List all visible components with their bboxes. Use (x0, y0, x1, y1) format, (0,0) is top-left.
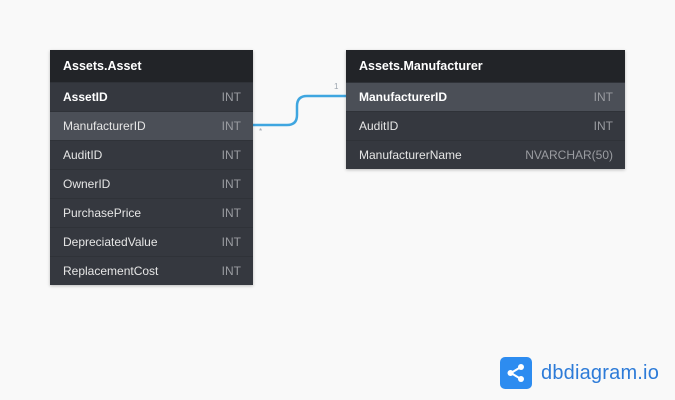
column-name: ManufacturerID (359, 90, 448, 104)
column-name: OwnerID (63, 177, 111, 191)
column-name: PurchasePrice (63, 206, 142, 220)
column-type: INT (221, 264, 241, 278)
table-row[interactable]: AuditID INT (346, 111, 625, 140)
table-row[interactable]: ManufacturerName NVARCHAR(50) (346, 140, 625, 169)
column-type: INT (221, 177, 241, 191)
table-row[interactable]: OwnerID INT (50, 169, 253, 198)
brand-logo-link[interactable]: dbdiagram.io (500, 357, 659, 389)
one-cardinality-label: 1 (334, 82, 339, 91)
column-type: INT (221, 206, 241, 220)
table-row[interactable]: ManufacturerID INT (50, 111, 253, 140)
table-row[interactable]: AuditID INT (50, 140, 253, 169)
column-name: ManufacturerName (359, 148, 462, 162)
table-assets-manufacturer[interactable]: Assets.Manufacturer ManufacturerID INT A… (346, 50, 625, 169)
table-row[interactable]: AssetID INT (50, 82, 253, 111)
table-row[interactable]: DepreciatedValue INT (50, 227, 253, 256)
table-row[interactable]: ManufacturerID INT (346, 82, 625, 111)
column-type: INT (593, 119, 613, 133)
share-nodes-icon (500, 357, 532, 389)
diagram-canvas[interactable]: * 1 Assets.Asset AssetID INT Manufacture… (0, 0, 675, 400)
column-name: AuditID (63, 148, 103, 162)
relationship-line[interactable] (253, 94, 346, 127)
column-name: AuditID (359, 119, 399, 133)
column-name: DepreciatedValue (63, 235, 158, 249)
table-assets-asset[interactable]: Assets.Asset AssetID INT ManufacturerID … (50, 50, 253, 285)
table-row[interactable]: ReplacementCost INT (50, 256, 253, 285)
brand-name: dbdiagram.io (541, 361, 660, 384)
column-type: INT (221, 119, 241, 133)
column-type: INT (593, 90, 613, 104)
column-type: INT (221, 235, 241, 249)
column-type: INT (221, 90, 241, 104)
column-name: AssetID (63, 90, 108, 104)
column-name: ReplacementCost (63, 264, 159, 278)
many-cardinality-label: * (259, 127, 262, 136)
column-type: NVARCHAR(50) (525, 148, 613, 162)
table-row[interactable]: PurchasePrice INT (50, 198, 253, 227)
table-header[interactable]: Assets.Manufacturer (346, 50, 625, 82)
column-name: ManufacturerID (63, 119, 146, 133)
column-type: INT (221, 148, 241, 162)
table-header[interactable]: Assets.Asset (50, 50, 253, 82)
